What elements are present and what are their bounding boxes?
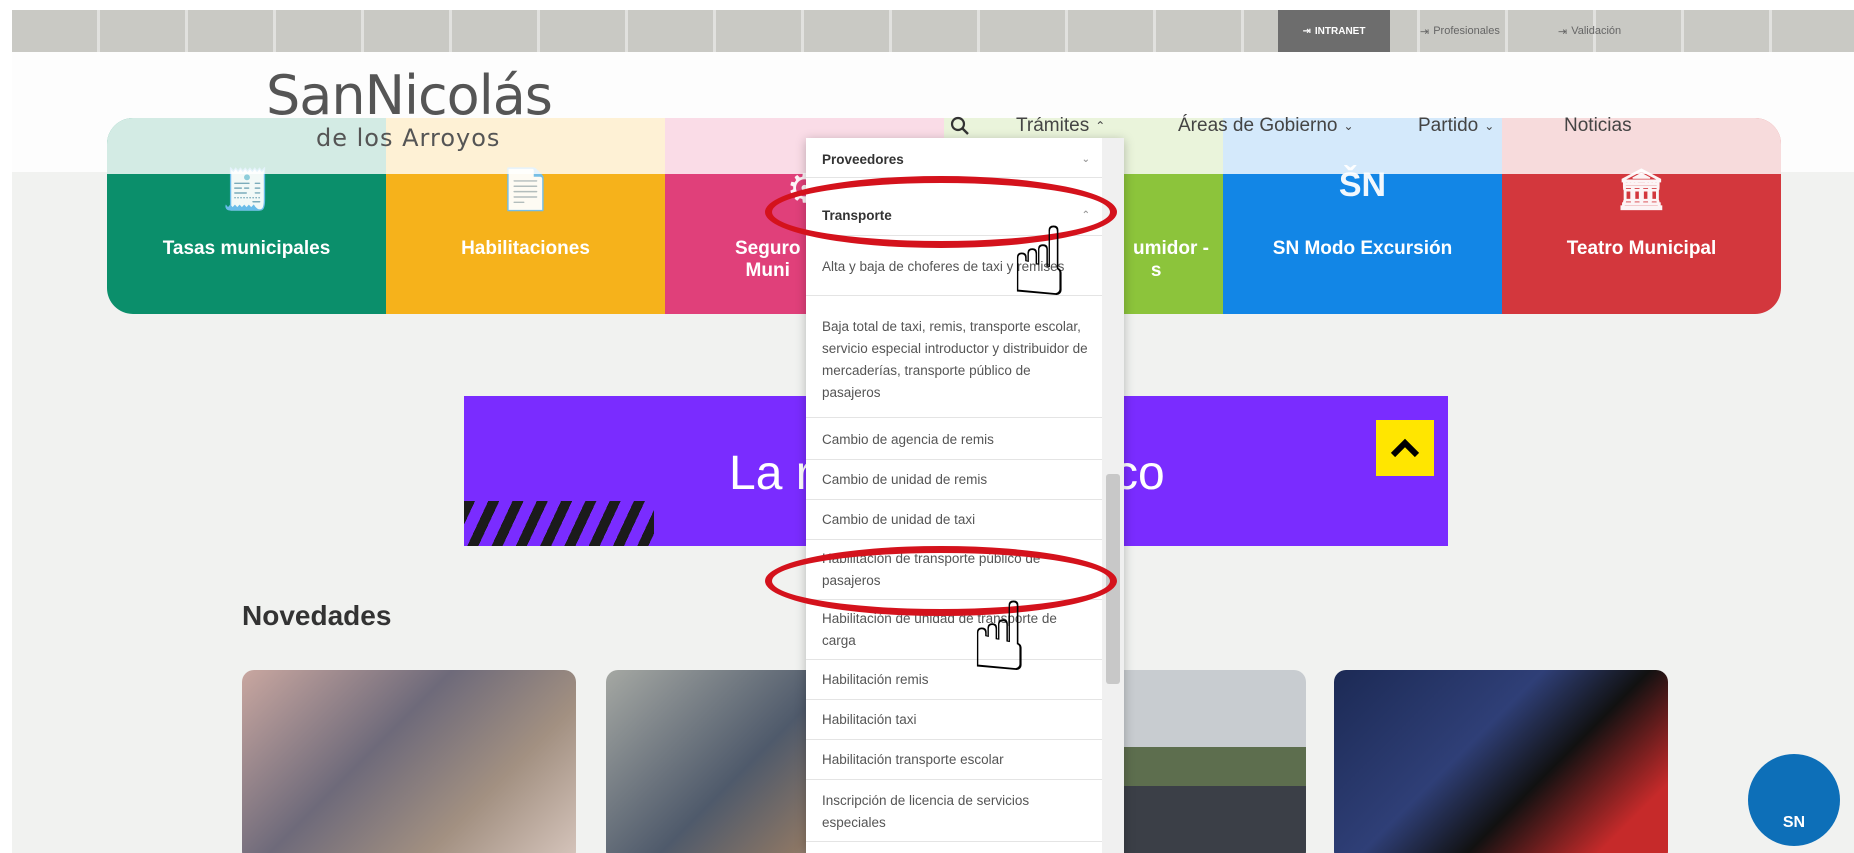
dropdown-item[interactable]: Baja total de taxi, remis, transporte es…: [806, 302, 1106, 418]
nav-tramites[interactable]: Trámites ⌃: [1016, 115, 1105, 137]
nav-partido[interactable]: Partido ⌄: [1418, 115, 1494, 137]
dropdown-item[interactable]: Habilitación remis: [806, 660, 1106, 700]
nav-noticias[interactable]: Noticias: [1564, 115, 1632, 137]
dropdown-item[interactable]: Inscripción de licencia de servicios esp…: [806, 782, 1106, 842]
login-icon: ⇥: [1420, 25, 1430, 38]
chevron-down-icon: ⌄: [1343, 119, 1354, 133]
chevron-up-icon: ⌃: [1095, 119, 1106, 133]
sn-assistant-button[interactable]: SN: [1748, 754, 1840, 846]
news-card[interactable]: [1334, 670, 1668, 853]
annotation-ellipse: [765, 546, 1117, 616]
dropdown-item[interactable]: Cambio de unidad de taxi: [806, 500, 1106, 540]
nav-areas-de-gobierno[interactable]: Áreas de Gobierno ⌄: [1178, 115, 1354, 137]
stripe-decoration: [464, 501, 654, 546]
dropdown-group-proveedores[interactable]: Proveedores ⌄: [806, 142, 1106, 178]
pointer-hand-icon: ☝: [1010, 209, 1069, 316]
news-card[interactable]: [242, 670, 576, 853]
dropdown-item[interactable]: Habilitación transporte escolar: [806, 740, 1106, 780]
validacion-link[interactable]: ⇥ Validación: [1558, 10, 1621, 52]
login-icon: ⇥: [1558, 25, 1568, 38]
login-icon: ⇥: [1302, 25, 1311, 37]
pointer-hand-icon: ☝: [970, 584, 1029, 691]
dropdown-item[interactable]: Habilitación taxi: [806, 700, 1106, 740]
scroll-top-button[interactable]: [1376, 420, 1434, 476]
site-logo[interactable]: SanNicolás de los Arroyos: [266, 68, 553, 153]
dropdown-item[interactable]: Cambio de agencia de remis: [806, 420, 1106, 460]
profesionales-link[interactable]: ⇥ Profesionales: [1420, 10, 1500, 52]
top-bar: ⇥ INTRANET ⇥ Profesionales ⇥ Validación: [12, 10, 1854, 52]
search-icon[interactable]: [950, 116, 970, 136]
dropdown-item[interactable]: Cambio de unidad de remis: [806, 460, 1106, 500]
intranet-link[interactable]: ⇥ INTRANET: [1278, 10, 1390, 52]
chevron-down-icon: ⌄: [1484, 119, 1495, 133]
novedades-heading: Novedades: [242, 600, 392, 631]
chevron-down-icon: ⌄: [1081, 153, 1090, 165]
chevron-up-icon: [1390, 438, 1420, 458]
